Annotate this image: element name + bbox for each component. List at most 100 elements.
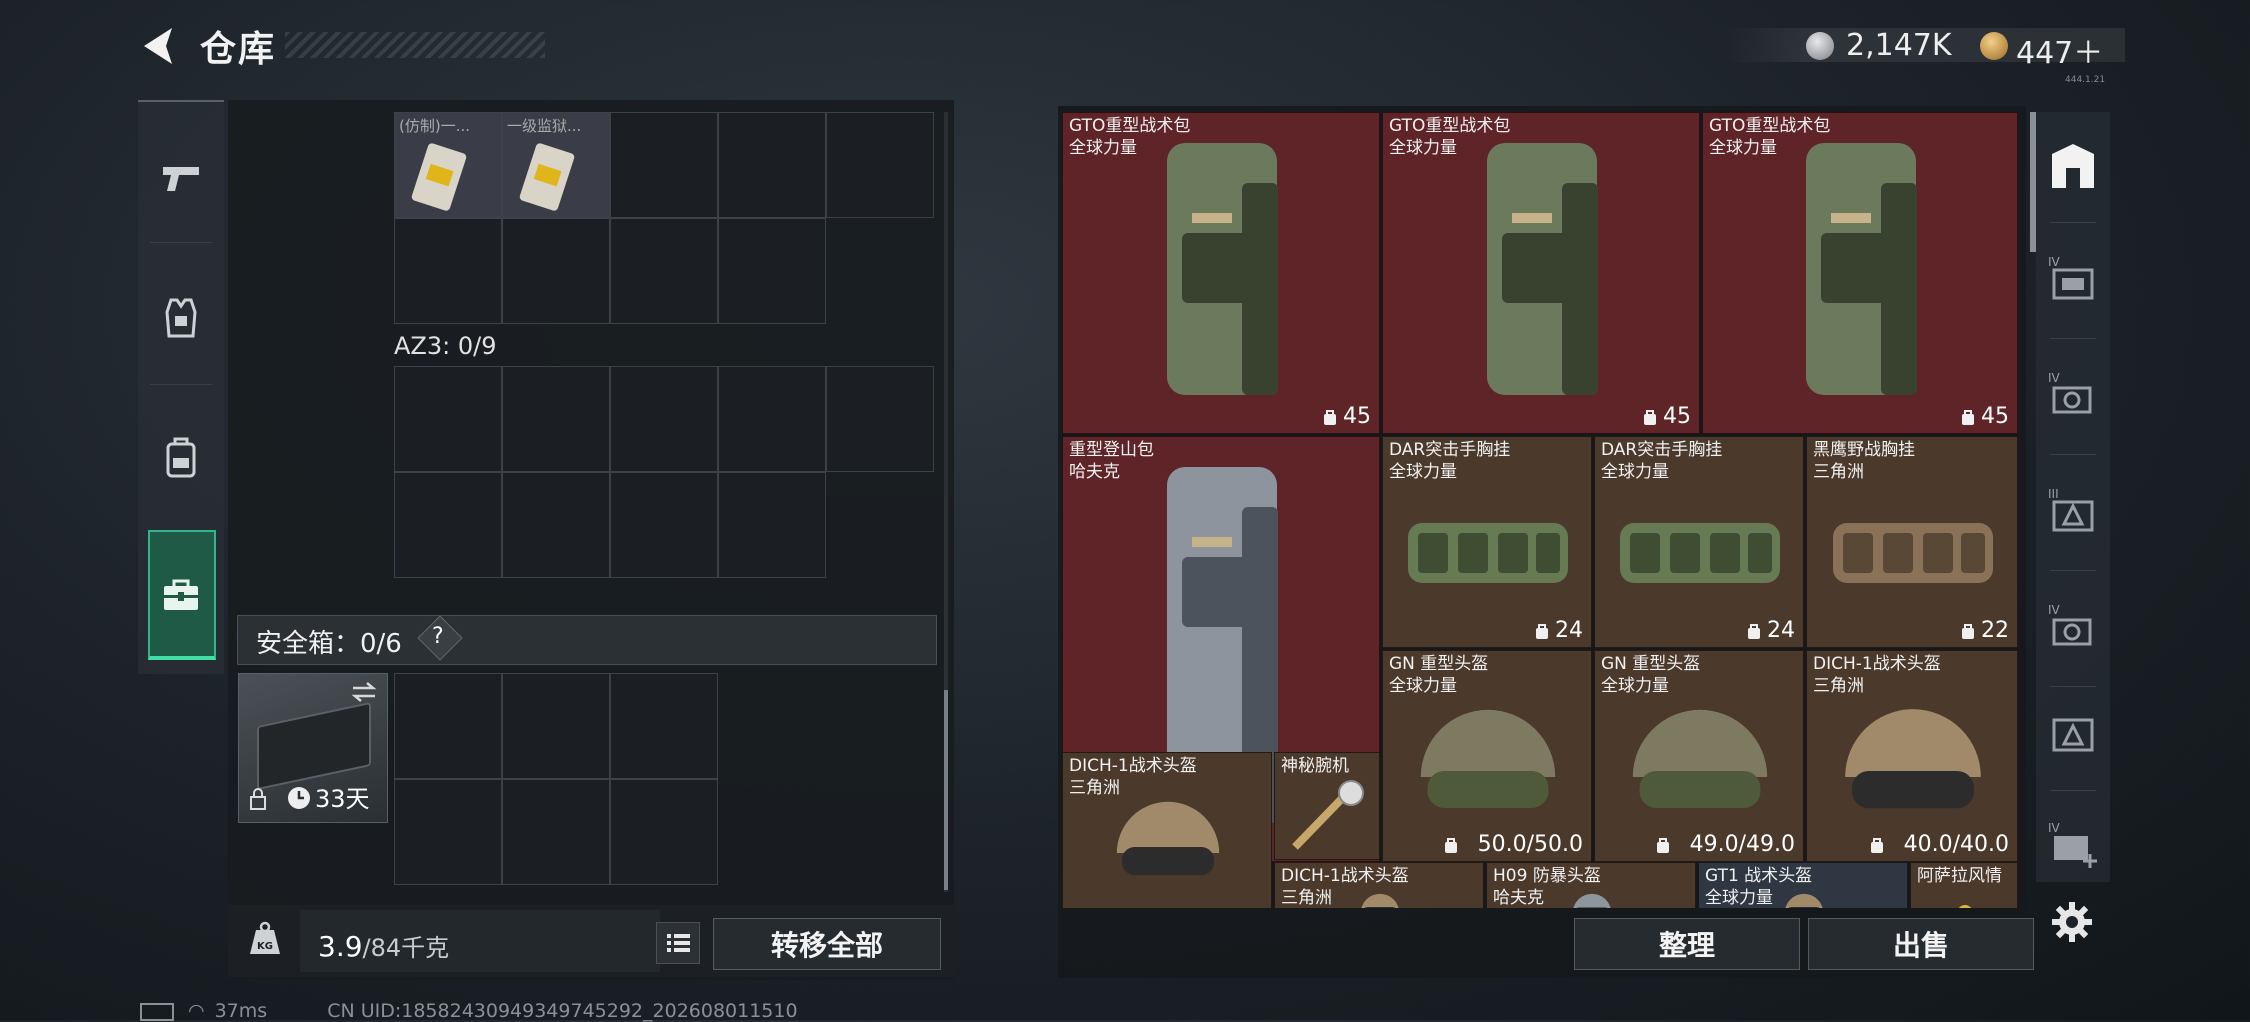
stash-item[interactable]: GTO重型战术包 全球力量 45 (1702, 112, 2018, 434)
vest-icon (165, 298, 197, 338)
item-value: 22 (1981, 618, 2009, 643)
inventory-slot[interactable] (502, 218, 610, 324)
stash-item[interactable]: GT1 战术头盔 全球力量 (1698, 862, 1908, 908)
safe-box-item[interactable]: 33天 (238, 673, 388, 823)
stash-item[interactable]: GN 重型头盔 全球力量 50.0/50.0 (1382, 650, 1592, 862)
svg-text:IV: IV (2048, 821, 2061, 835)
weight-icon: KG (250, 921, 280, 954)
container-label: AZ3: 0/9 (394, 332, 497, 360)
inventory-slot[interactable] (394, 673, 502, 779)
inventory-slot[interactable] (502, 779, 610, 885)
inventory-slot[interactable] (394, 779, 502, 885)
inventory-slot[interactable] (394, 218, 502, 324)
item-faction: 全球力量 (1069, 138, 1137, 158)
tab-backpack[interactable] (138, 392, 224, 522)
tab-weapons[interactable] (138, 112, 224, 242)
clock-icon (288, 787, 310, 809)
stash-item[interactable]: GTO重型战术包 全球力量 45 (1382, 112, 1700, 434)
container-grid-top[interactable]: (仿制)一... 一级监狱... (394, 112, 934, 324)
item-faction: 全球力量 (1389, 138, 1457, 158)
inventory-slot[interactable] (826, 366, 934, 472)
item-title: H09 防暴头盔 (1493, 866, 1601, 886)
item-title: DAR突击手胸挂 (1389, 440, 1511, 460)
inventory-slot-item[interactable]: 一级监狱... (502, 112, 610, 218)
stash-item[interactable]: DICH-1战术头盔 三角洲 40.0/40.0 (1806, 650, 2018, 862)
inventory-slot[interactable] (718, 366, 826, 472)
inventory-slot[interactable] (610, 112, 718, 218)
item-faction: 全球力量 (1601, 462, 1669, 482)
item-image (1703, 113, 2017, 433)
inventory-slot[interactable] (394, 366, 502, 472)
stash-item[interactable]: DAR突击手胸挂 全球力量 24 (1382, 436, 1592, 648)
item-name: GTO重型战术包 全球力量 (1069, 115, 1190, 159)
gold-balance[interactable]: 447＋ (2016, 28, 2103, 72)
item-value: 40.0/40.0 (1903, 832, 2009, 857)
stash-item[interactable]: GTO重型战术包 全球力量 45 (1062, 112, 1380, 434)
inventory-slot[interactable] (610, 779, 718, 885)
list-view-button[interactable] (656, 922, 700, 964)
swap-icon[interactable] (349, 680, 379, 704)
carry-weight-max: /84千克 (362, 934, 450, 962)
tab-divider (150, 384, 212, 385)
container-grid-az3[interactable] (394, 366, 934, 578)
inventory-scrollbar-thumb[interactable] (944, 690, 948, 890)
item-name: 一级监狱... (507, 117, 582, 135)
all-icon[interactable] (2044, 138, 2102, 196)
inventory-slot[interactable] (610, 366, 718, 472)
inventory-slot[interactable] (610, 218, 718, 324)
item-value: 45 (1981, 404, 2009, 429)
durability-icon (1868, 837, 1886, 855)
inventory-slot[interactable] (610, 472, 718, 578)
inventory-slot[interactable] (718, 472, 826, 578)
stash-item[interactable]: DICH-1战术头盔 三角洲 (1062, 752, 1272, 908)
safe-box-grid[interactable] (394, 673, 718, 885)
inventory-slot[interactable] (718, 112, 826, 218)
sell-button[interactable]: 出售 (1808, 918, 2034, 970)
lv4-camera2-icon[interactable]: IV (2044, 598, 2102, 656)
item-title: 神秘腕机 (1281, 756, 1349, 776)
stash-item[interactable]: 黑鹰野战胸挂 三角洲 22 (1806, 436, 2018, 648)
status-bar: ◠ 37ms CN UID:18582430949349745292_2026080… (140, 1000, 798, 1022)
item-faction: 三角洲 (1813, 462, 1864, 482)
item-value: 45 (1663, 404, 1691, 429)
stash-item[interactable]: DICH-1战术头盔 三角洲 (1274, 862, 1484, 908)
item-title: 重型登山包 (1069, 440, 1154, 460)
ping-value: 37ms (214, 1000, 268, 1022)
inventory-slot[interactable] (502, 366, 610, 472)
lv4-add-icon[interactable]: IV (2044, 816, 2102, 874)
item-value: 50.0/50.0 (1477, 832, 1583, 857)
item-title: DICH-1战术头盔 (1813, 654, 1941, 674)
lv4-container-icon[interactable]: IV (2044, 250, 2102, 308)
inventory-slot[interactable] (394, 472, 502, 578)
svg-text:KG: KG (257, 941, 273, 952)
alert-icon[interactable] (2044, 706, 2102, 764)
stash-grid[interactable]: GTO重型战术包 全球力量 45 GTO重型战术包 全球力量 45 GTO重型战术包 全球力量… (1062, 112, 2018, 908)
transfer-all-button[interactable]: 转移全部 (713, 918, 941, 970)
back-arrow-icon[interactable] (138, 24, 178, 68)
item-name: GTO重型战术包 全球力量 (1389, 115, 1510, 159)
battery-icon (140, 1002, 174, 1021)
inventory-slot[interactable] (718, 218, 826, 324)
lv3-alert-icon[interactable]: III (2044, 482, 2102, 540)
silver-balance: 2,147K (1846, 28, 1952, 63)
inventory-slot[interactable] (610, 673, 718, 779)
stash-item[interactable]: 阿萨拉风情 (1910, 862, 2018, 908)
inventory-slot-item[interactable]: (仿制)一... (394, 112, 502, 218)
lv4-camera2-icon: IV (2048, 603, 2092, 646)
item-name: DICH-1战术头盔 三角洲 (1069, 755, 1197, 799)
inventory-slot[interactable] (502, 472, 610, 578)
stash-item[interactable]: GN 重型头盔 全球力量 49.0/49.0 (1594, 650, 1804, 862)
stash-item[interactable]: DAR突击手胸挂 全球力量 24 (1594, 436, 1804, 648)
item-name: DAR突击手胸挂 全球力量 (1601, 439, 1722, 483)
backpack-item-image (1487, 143, 1598, 395)
tab-armor[interactable] (138, 252, 224, 382)
inventory-slot[interactable] (826, 112, 934, 218)
lv4-container-icon: IV (2048, 255, 2094, 300)
item-name: 重型登山包 哈夫克 (1069, 439, 1154, 483)
lv4-camera-icon[interactable]: IV (2044, 366, 2102, 424)
stash-item[interactable]: 神秘腕机 (1274, 752, 1380, 860)
inventory-slot[interactable] (502, 673, 610, 779)
stash-item[interactable]: H09 防暴头盔 哈夫克 (1486, 862, 1696, 908)
settings-gear-icon[interactable] (2050, 900, 2094, 944)
sort-button[interactable]: 整理 (1574, 918, 1800, 970)
